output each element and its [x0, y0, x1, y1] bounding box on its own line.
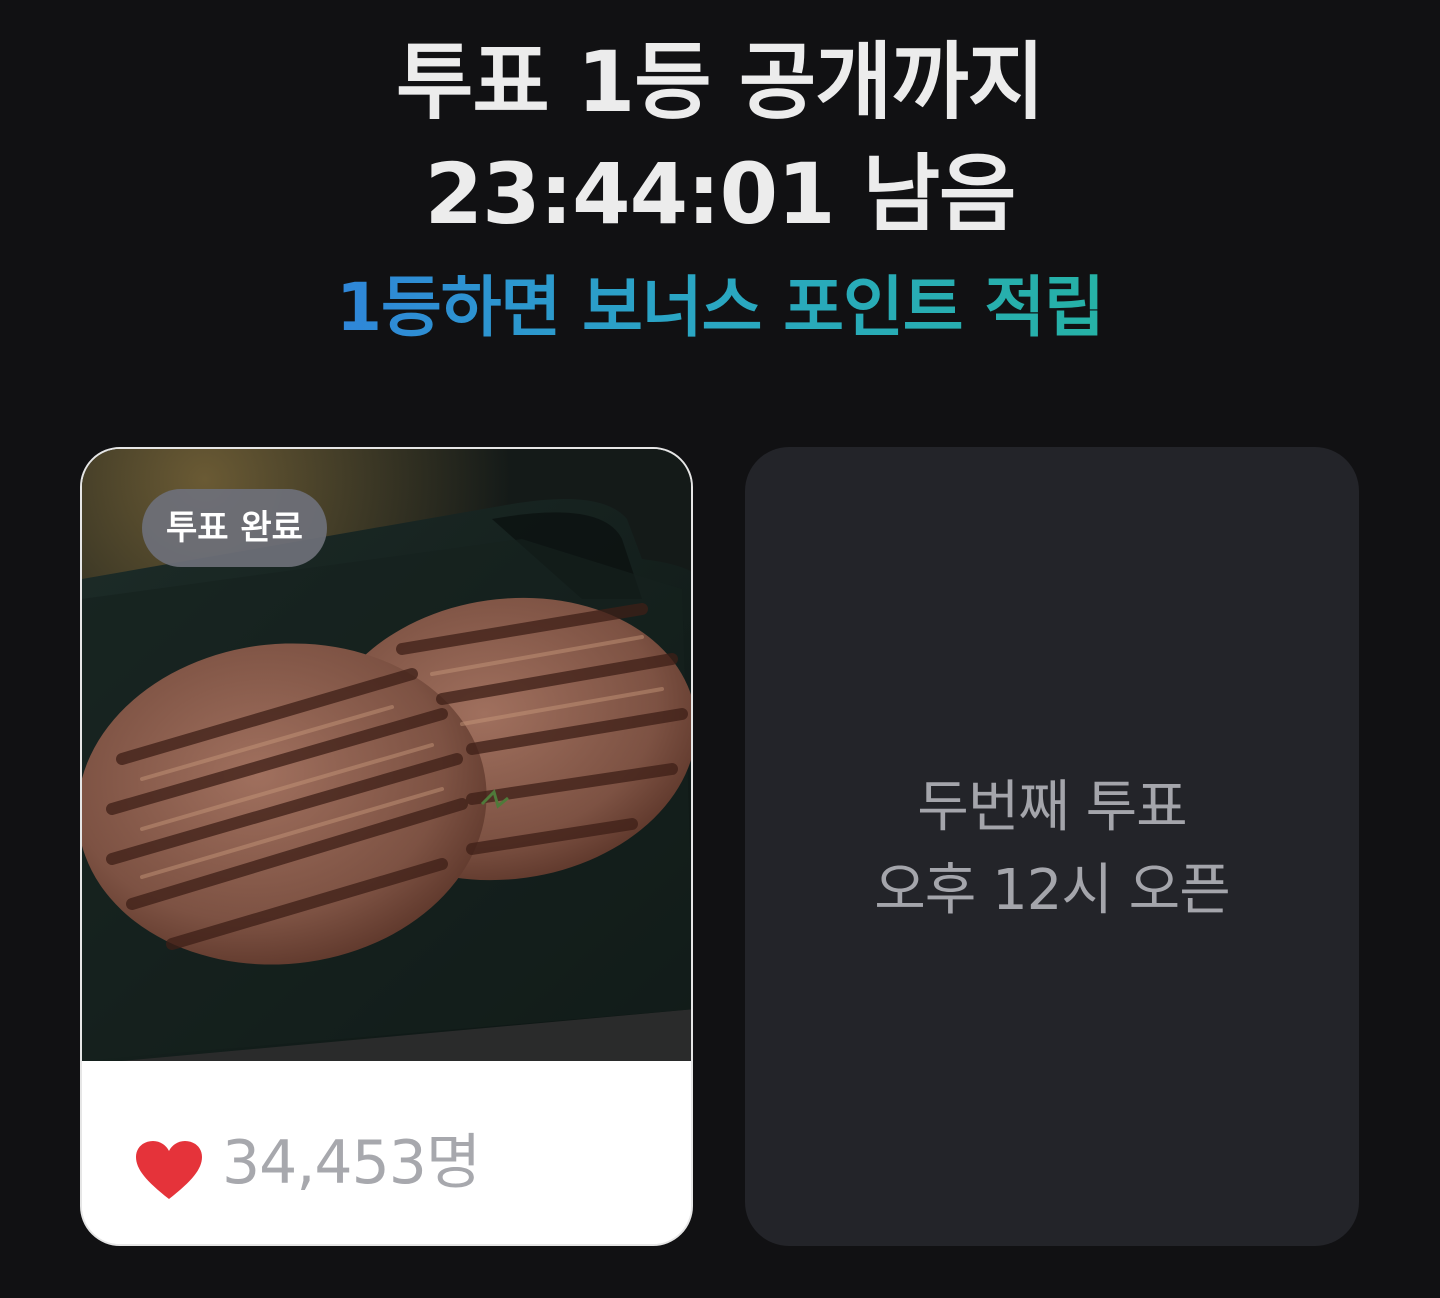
vote-card-footer: 34,453명 [82, 1061, 691, 1244]
bonus-subtitle: 1등하면 보너스 포인트 적립 [0, 269, 1440, 346]
next-vote-open-time: 오후 12시 오픈 [874, 858, 1230, 923]
vote-complete-badge: 투표 완료 [142, 489, 327, 567]
next-vote-label: 두번째 투표 [917, 775, 1187, 840]
bonus-subtitle-text: 1등하면 보너스 포인트 적립 [336, 269, 1105, 346]
countdown-timer: 23:44:01 남음 [424, 145, 1017, 243]
vote-card-first[interactable]: 투표 완료 34,453명 [80, 447, 693, 1246]
page-title: 투표 1등 공개까지 [396, 33, 1045, 131]
heart-icon[interactable] [136, 1141, 202, 1201]
vote-card-second-locked: 두번째 투표 오후 12시 오픈 [745, 447, 1359, 1246]
product-image: 투표 완료 [82, 449, 691, 1061]
likes-count: 34,453명 [222, 1128, 481, 1198]
